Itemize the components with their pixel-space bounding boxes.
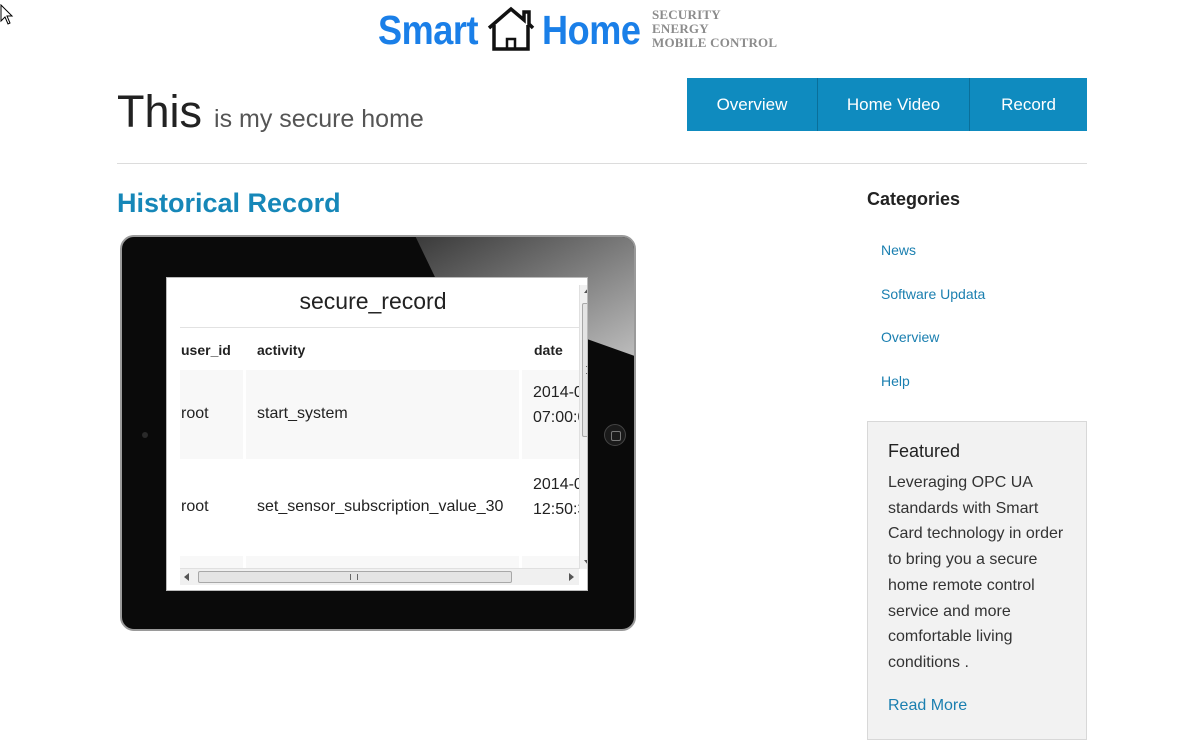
page-title-main: This: [117, 86, 203, 137]
table-row[interactable]: root set_sensor_subscription_value_30 20…: [180, 461, 580, 554]
categories-title: Categories: [867, 189, 961, 209]
tablet-camera: [142, 432, 148, 438]
scroll-down-arrow-icon[interactable]: [584, 560, 587, 565]
nav-record[interactable]: Record: [970, 78, 1087, 131]
cell-date: 2014-0 07:00:0: [533, 384, 580, 426]
category-software-updata[interactable]: Software Updata: [881, 286, 985, 330]
vertical-scroll-thumb[interactable]: [582, 303, 587, 437]
record-table-panel: secure_record user_id activity date root…: [166, 277, 588, 591]
vertical-scrollbar[interactable]: [579, 285, 587, 569]
table-cell: [246, 556, 519, 568]
tagline-energy: ENERGY: [652, 21, 709, 36]
featured-body: Leveraging OPC UA standards with Smart C…: [888, 474, 1064, 671]
section-title: Historical Record: [117, 188, 341, 218]
scroll-up-arrow-icon[interactable]: [584, 288, 587, 293]
cell-user-id: root: [181, 405, 209, 422]
horizontal-scrollbar[interactable]: [180, 568, 579, 585]
nav-overview[interactable]: Overview: [687, 78, 818, 131]
table-cell: [180, 556, 243, 568]
category-help[interactable]: Help: [881, 373, 985, 417]
cell-activity: start_system: [257, 405, 348, 422]
read-more-link[interactable]: Read More: [888, 697, 967, 715]
scroll-right-arrow-icon[interactable]: [569, 573, 574, 581]
featured-title: Featured: [888, 441, 961, 461]
nav-home-video[interactable]: Home Video: [818, 78, 970, 131]
table-title: secure_record: [299, 288, 447, 314]
table-row[interactable]: root start_system 2014-0 07:00:0: [180, 370, 580, 459]
house-icon: [487, 6, 535, 51]
categories-list: News Software Updata Overview Help: [881, 242, 985, 417]
featured-box: Featured Leveraging OPC UA standards wit…: [867, 421, 1087, 740]
grip-icon: [350, 574, 358, 580]
grip-icon: [586, 366, 587, 374]
cell-user-id: root: [181, 498, 209, 515]
column-header-date[interactable]: date: [534, 342, 563, 358]
scroll-left-arrow-icon[interactable]: [184, 573, 189, 581]
table-cell: [522, 556, 580, 568]
logo[interactable]: Smart Home SECURITY ENERGY MOBILE CONTRO…: [378, 4, 777, 56]
mouse-cursor-icon: [0, 4, 14, 25]
logo-taglines: SECURITY ENERGY MOBILE CONTROL: [652, 8, 777, 50]
table-title-rule: [180, 327, 579, 328]
column-header-activity[interactable]: activity: [257, 342, 305, 358]
header-divider: [117, 163, 1087, 164]
tablet-home-button: [604, 424, 626, 446]
tagline-security: SECURITY: [652, 7, 721, 22]
page-title-sub: is my secure home: [214, 105, 424, 133]
category-news[interactable]: News: [881, 242, 985, 286]
horizontal-scroll-thumb[interactable]: [198, 571, 512, 583]
category-overview[interactable]: Overview: [881, 329, 985, 373]
main-nav: Overview Home Video Record: [687, 78, 1087, 131]
tagline-mobile-control: MOBILE CONTROL: [652, 35, 778, 50]
logo-word-smart: Smart: [378, 7, 479, 53]
cell-activity: set_sensor_subscription_value_30: [257, 498, 504, 515]
cell-date: 2014-0 12:50:3: [533, 476, 580, 518]
page-title: This is my secure home: [117, 86, 424, 138]
logo-word-home: Home: [542, 7, 641, 53]
column-header-user-id[interactable]: user_id: [181, 342, 231, 358]
table-row[interactable]: [180, 556, 580, 568]
